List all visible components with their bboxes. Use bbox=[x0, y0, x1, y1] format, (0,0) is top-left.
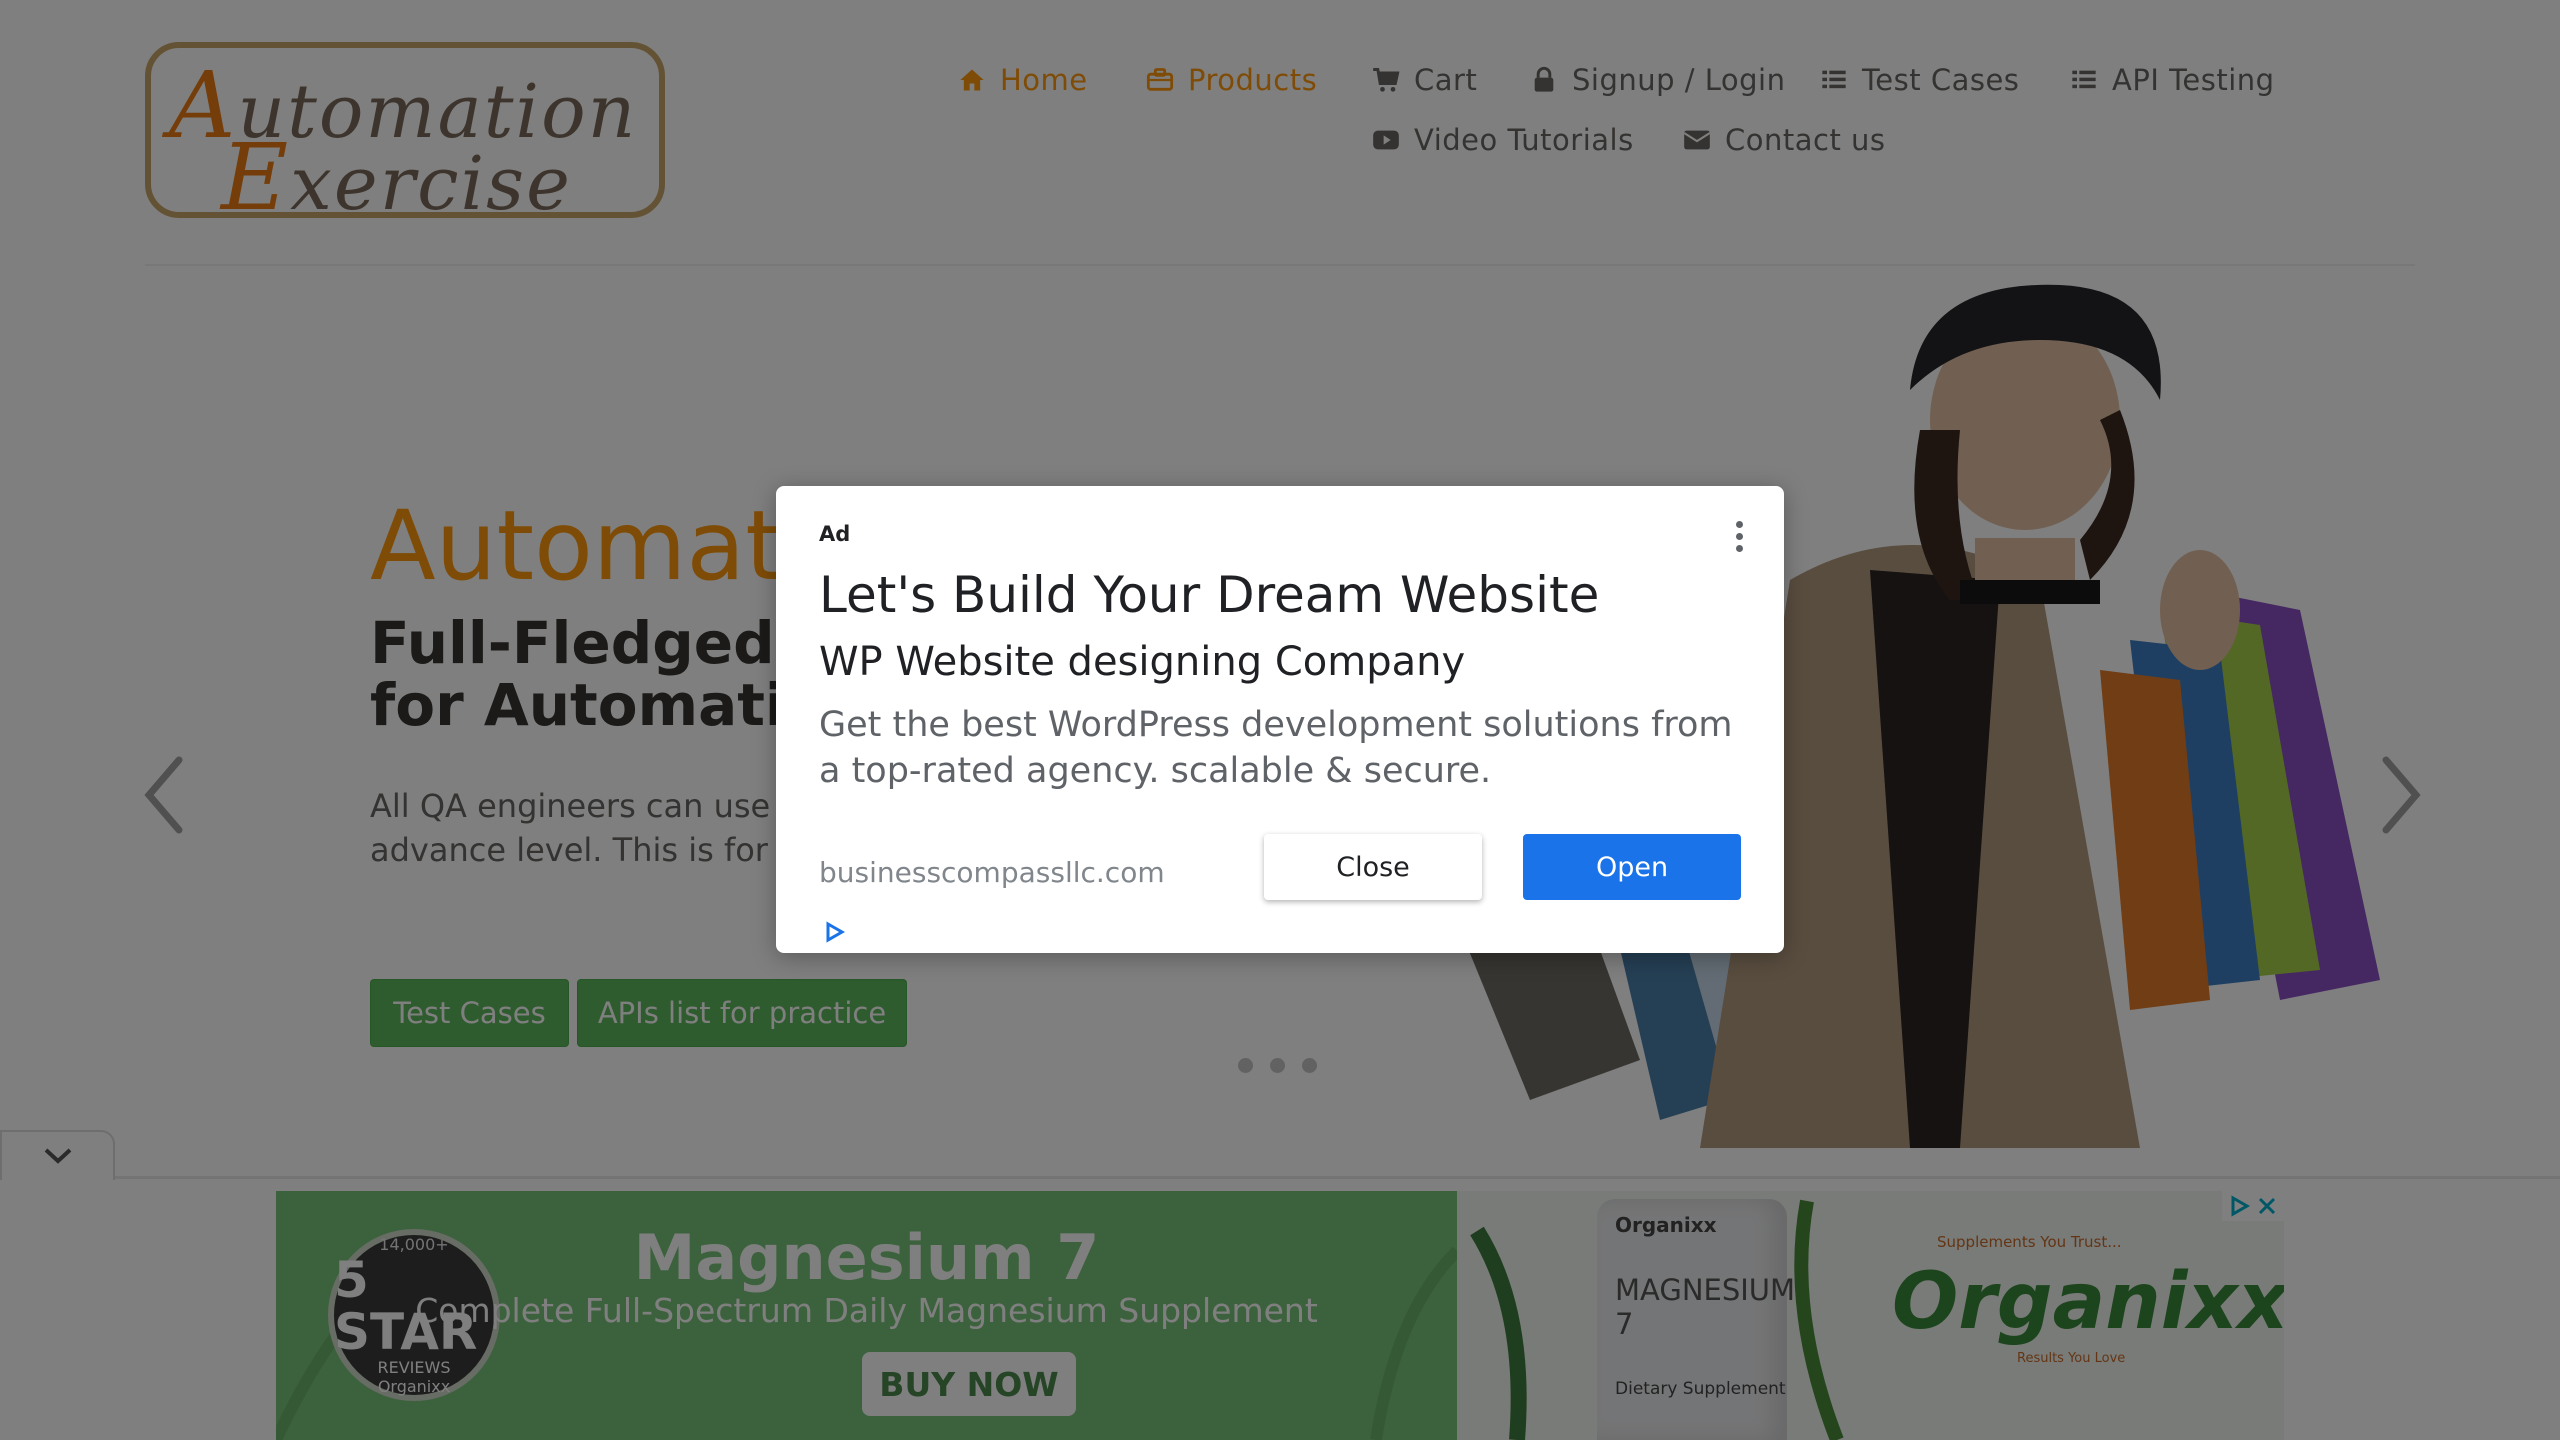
ad-url[interactable]: businesscompassllc.com bbox=[819, 856, 1165, 889]
more-options-icon[interactable] bbox=[1724, 516, 1754, 556]
close-button[interactable]: Close bbox=[1264, 834, 1482, 900]
ad-advertiser[interactable]: WP Website designing Company bbox=[819, 639, 1465, 685]
ad-label: Ad bbox=[819, 522, 851, 546]
ad-dialog: Ad Let's Build Your Dream Website WP Web… bbox=[776, 486, 1784, 953]
open-button[interactable]: Open bbox=[1523, 834, 1741, 900]
ad-body[interactable]: Get the best WordPress development solut… bbox=[819, 702, 1759, 794]
ad-headline[interactable]: Let's Build Your Dream Website bbox=[819, 566, 1599, 624]
adchoices-icon[interactable] bbox=[822, 920, 846, 944]
